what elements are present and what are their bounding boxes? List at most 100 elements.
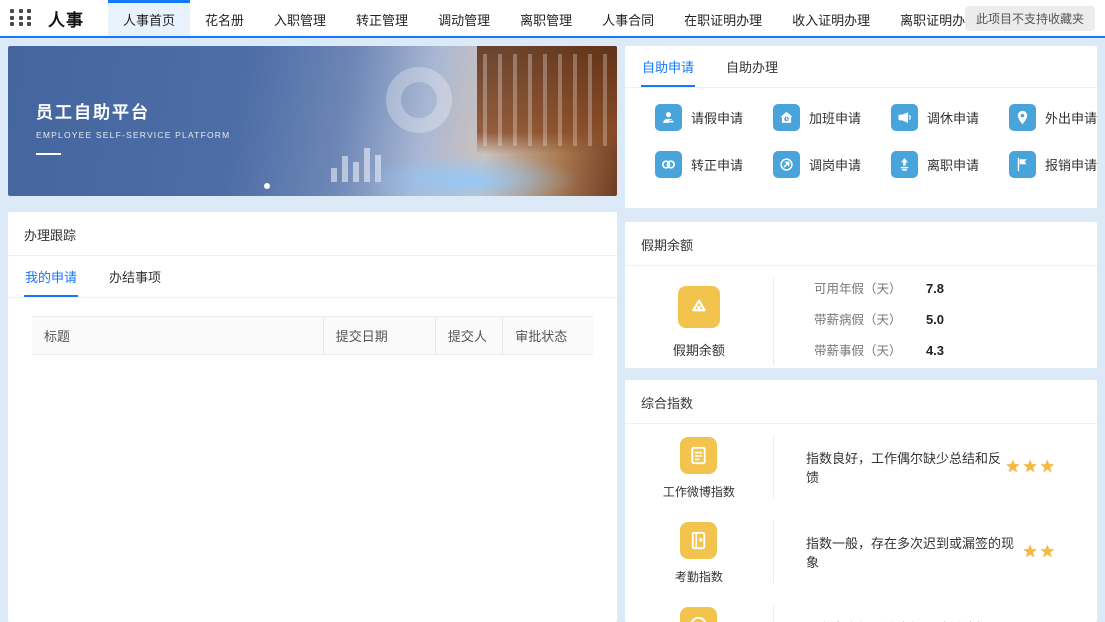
app-title: 人事 (48, 6, 84, 31)
index-row: 考勤指数指数一般，存在多次迟到或漏签的现象★★ (625, 509, 1097, 594)
banner-title: 员工自助平台 (36, 98, 230, 123)
app-item-label: 离职申请 (927, 155, 979, 174)
carousel-dot[interactable] (264, 183, 270, 189)
app-item-label: 报销申请 (1045, 155, 1097, 174)
leave-days-value: 4.3 (926, 343, 944, 358)
nav-tab[interactable]: 收入证明办理 (777, 0, 885, 36)
leave-days-value: 7.8 (926, 281, 944, 296)
star-icon: ★ (1040, 457, 1057, 477)
app-item[interactable]: 外出申请 (979, 104, 1097, 131)
banner-chart-panel-decoration (477, 46, 617, 154)
app-item[interactable]: 调休申请 (861, 104, 979, 131)
tracking-table-body (32, 355, 593, 555)
banner-glow-decoration (361, 153, 581, 196)
check-circle-icon (680, 607, 717, 622)
star-icon: ★ (1023, 542, 1040, 562)
index-label: 考勤指数 (675, 568, 723, 585)
leave-balance-card: 假期余额 假期余额 可用年假（天）7.8带薪病假（天）5.0带薪事假（天）4.3… (625, 222, 1097, 368)
banner-underline-decoration (36, 153, 61, 155)
leave-balance-row: 带薪病假（天）5.0 (814, 309, 1097, 328)
person-up-arrow-icon (891, 151, 918, 178)
left-column: 员工自助平台 EMPLOYEE SELF-SERVICE PLATFORM 办理… (8, 46, 617, 622)
index-icon-column: 考勤指数 (625, 518, 773, 585)
tracking-tab[interactable]: 办结事项 (108, 256, 162, 297)
table-col-header: 审批状态 (503, 317, 593, 354)
page-content: 员工自助平台 EMPLOYEE SELF-SERVICE PLATFORM 办理… (0, 38, 1105, 622)
nav-tab[interactable]: 花名册 (190, 0, 259, 36)
leave-balance-row: 带薪事假（天）4.3 (814, 340, 1097, 359)
app-item[interactable]: 加班申请 (743, 104, 861, 131)
tracking-tab[interactable]: 我的申请 (24, 256, 78, 297)
app-item[interactable]: 请假申请 (625, 104, 743, 131)
app-grid: 请假申请 加班申请调休申请 外出申请转正申请调岗申请 离职申请 报销申请 (625, 88, 1097, 178)
star-rating: ★★ (1023, 518, 1058, 585)
nav-tab[interactable]: 调动管理 (423, 0, 505, 36)
right-column: 自助申请自助办理 请假申请 加班申请调休申请 外出申请转正申请调岗申请 离职申请 报销申… (625, 46, 1097, 622)
star-icon: ★ (1040, 542, 1057, 562)
index-icon-column: 客户投诉或表扬 (625, 603, 773, 622)
self-service-card: 自助申请自助办理 请假申请 加班申请调休申请 外出申请转正申请调岗申请 离职申请 报销申… (625, 46, 1097, 208)
leave-balance-row: 可用年假（天）7.8 (814, 278, 1097, 297)
index-row: 工作微博指数指数良好，工作偶尔缺少总结和反馈★★★ (625, 424, 1097, 509)
app-item[interactable]: 调岗申请 (743, 151, 861, 178)
tracking-tabs: 我的申请办结事项 (8, 256, 617, 298)
nav-tabs: 人事首页花名册入职管理转正管理调动管理离职管理人事合同在职证明办理收入证明办理离… (108, 0, 1101, 36)
app-item-label: 请假申请 (691, 108, 743, 127)
index-row: 客户投诉或表扬没有客户投诉或表扬，请继续努力★★★★ (625, 594, 1097, 622)
app-item[interactable]: 转正申请 (625, 151, 743, 178)
banner-carousel: 员工自助平台 EMPLOYEE SELF-SERVICE PLATFORM (8, 46, 617, 196)
index-description: 指数良好，工作偶尔缺少总结和反馈 (774, 433, 1005, 500)
nav-tab[interactable]: 人事合同 (587, 0, 669, 36)
leave-type-label: 带薪病假（天） (814, 309, 926, 328)
app-item-label: 转正申请 (691, 155, 743, 174)
table-col-header: 提交人 (436, 317, 503, 354)
composite-index-title: 综合指数 (625, 380, 1097, 424)
apps-grid-icon[interactable] (10, 9, 34, 27)
document-note-icon (680, 437, 717, 474)
house-clock-icon (773, 104, 800, 131)
app-item-label: 加班申请 (809, 108, 861, 127)
megaphone-icon (891, 104, 918, 131)
star-rating: ★★★★ (988, 603, 1057, 622)
banner-text-block: 员工自助平台 EMPLOYEE SELF-SERVICE PLATFORM (36, 98, 230, 155)
tracking-table: 标题提交日期提交人审批状态 (32, 316, 593, 555)
self-service-tabs: 自助申请自助办理 (625, 46, 1097, 88)
banner-donut-chart-decoration (386, 67, 452, 133)
nav-tab[interactable]: 人事首页 (108, 0, 190, 36)
composite-index-rows: 工作微博指数指数良好，工作偶尔缺少总结和反馈★★★考勤指数指数一般，存在多次迟到… (625, 424, 1097, 622)
index-description: 没有客户投诉或表扬，请继续努力 (774, 603, 988, 622)
banner-subtitle: EMPLOYEE SELF-SERVICE PLATFORM (36, 130, 230, 140)
index-description: 指数一般，存在多次迟到或漏签的现象 (774, 518, 1023, 585)
tracking-title: 办理跟踪 (8, 212, 617, 256)
leave-days-value: 5.0 (926, 312, 944, 327)
flag-icon (1009, 151, 1036, 178)
nav-tab[interactable]: 在职证明办理 (669, 0, 777, 36)
leave-balance-body: 假期余额 可用年假（天）7.8带薪病假（天）5.0带薪事假（天）4.3可用调休（… (625, 266, 1097, 368)
app-item[interactable]: 离职申请 (861, 151, 979, 178)
favorite-unsupported-button[interactable]: 此项目不支持收藏夹 (965, 6, 1095, 31)
top-nav-bar: 人事 人事首页花名册入职管理转正管理调动管理离职管理人事合同在职证明办理收入证明… (0, 0, 1105, 38)
table-col-header: 标题 (32, 317, 324, 354)
tracking-card: 办理跟踪 我的申请办结事项 标题提交日期提交人审批状态 (8, 212, 617, 622)
star-icon: ★ (1005, 457, 1022, 477)
leave-balance-icon-column: 假期余额 (625, 276, 773, 368)
star-rating: ★★★ (1005, 433, 1057, 500)
person-icon (655, 104, 682, 131)
nav-tab[interactable]: 离职管理 (505, 0, 587, 36)
app-item-label: 外出申请 (1045, 108, 1097, 127)
leave-balance-rows: 可用年假（天）7.8带薪病假（天）5.0带薪事假（天）4.3可用调休（天）4.0 (774, 276, 1097, 368)
book-star-icon (680, 522, 717, 559)
leave-balance-icon-label: 假期余额 (673, 340, 725, 359)
table-col-header: 提交日期 (324, 317, 436, 354)
self-service-tab[interactable]: 自助申请 (641, 46, 695, 87)
nav-tab[interactable]: 转正管理 (341, 0, 423, 36)
star-icon: ★ (1023, 457, 1040, 477)
self-service-tab[interactable]: 自助办理 (725, 46, 779, 87)
tracking-table-header-row: 标题提交日期提交人审批状态 (32, 316, 593, 355)
app-item[interactable]: 报销申请 (979, 151, 1097, 178)
leave-type-label: 带薪事假（天） (814, 340, 926, 359)
location-pin-icon (1009, 104, 1036, 131)
nav-tab[interactable]: 入职管理 (259, 0, 341, 36)
linked-rings-icon (655, 151, 682, 178)
index-label: 工作微博指数 (663, 483, 735, 500)
